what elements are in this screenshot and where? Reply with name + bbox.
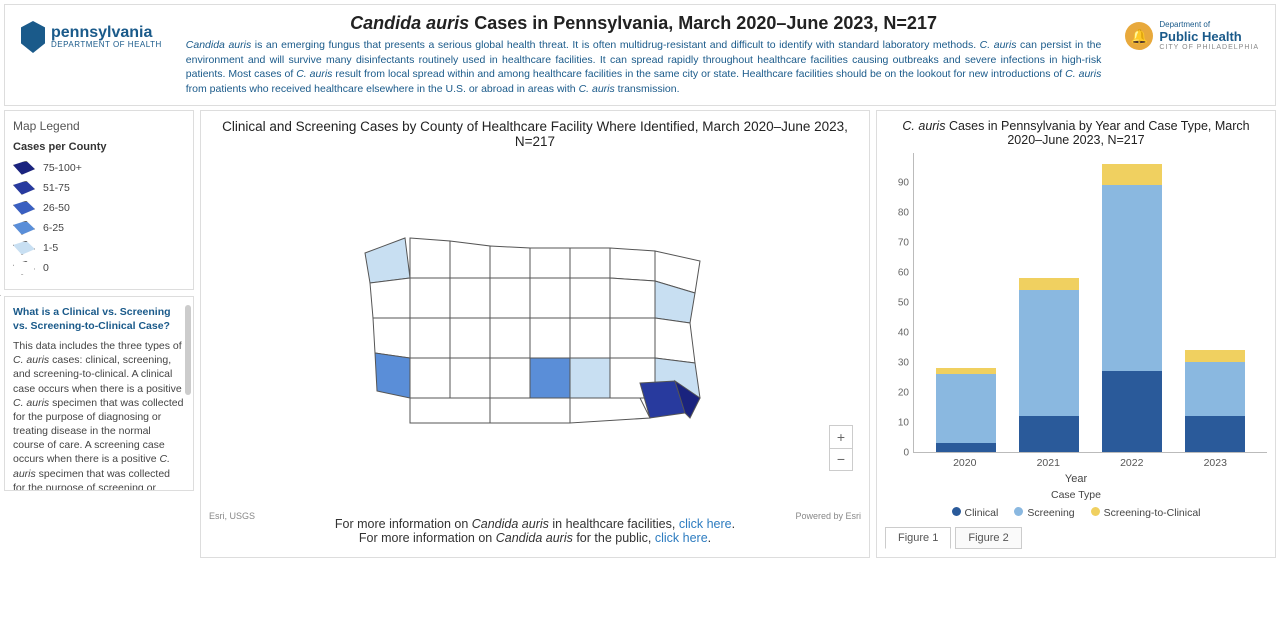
bar-segment[interactable] bbox=[1019, 278, 1079, 290]
x-tick-label: 2022 bbox=[1120, 457, 1143, 469]
map-canvas[interactable]: + − bbox=[209, 153, 861, 513]
x-tick-label: 2023 bbox=[1204, 457, 1227, 469]
pa-logo-line2: DEPARTMENT OF HEALTH bbox=[51, 41, 162, 49]
legend-entry[interactable]: Screening bbox=[1014, 507, 1074, 519]
bar-segment[interactable] bbox=[1102, 164, 1162, 185]
bar-segment[interactable] bbox=[1185, 416, 1245, 452]
x-tick-label: 2021 bbox=[1037, 457, 1060, 469]
legend-entry[interactable]: Screening-to-Clinical bbox=[1091, 507, 1201, 519]
bar-group[interactable] bbox=[1185, 350, 1245, 452]
legend-label: 51-75 bbox=[43, 182, 70, 194]
pa-logo-line1: pennsylvania bbox=[51, 25, 162, 41]
legend-label: 0 bbox=[43, 262, 49, 274]
map-legend-panel: Map Legend Cases per County 75-100+ 51-75… bbox=[4, 110, 194, 290]
legend-item: 26-50 bbox=[13, 201, 185, 215]
legend-swatch bbox=[13, 201, 35, 215]
legend-item: 51-75 bbox=[13, 181, 185, 195]
pa-doh-logo: pennsylvania DEPARTMENT OF HEALTH bbox=[21, 21, 162, 53]
legend-swatch bbox=[13, 181, 35, 195]
figure-tab[interactable]: Figure 2 bbox=[955, 527, 1021, 549]
zoom-in-button[interactable]: + bbox=[830, 426, 852, 448]
legend-swatch bbox=[13, 221, 35, 235]
info-body: This data includes the three types of C.… bbox=[13, 339, 185, 491]
legend-swatch bbox=[13, 161, 35, 175]
page-description: Candida auris is an emerging fungus that… bbox=[178, 38, 1110, 97]
page-title: Candida auris Cases in Pennsylvania, Mar… bbox=[178, 13, 1110, 34]
chart-title: C. auris Cases in Pennsylvania by Year a… bbox=[885, 119, 1267, 147]
bar-segment[interactable] bbox=[1102, 371, 1162, 452]
bar-segment[interactable] bbox=[1102, 185, 1162, 371]
legend-label: 75-100+ bbox=[43, 162, 82, 174]
legend-item: 75-100+ bbox=[13, 161, 185, 175]
public-info-link[interactable]: click here bbox=[655, 531, 708, 545]
chart-panel: C. auris Cases in Pennsylvania by Year a… bbox=[876, 110, 1276, 558]
legend-label: 1-5 bbox=[43, 242, 58, 254]
x-axis-title: Year bbox=[885, 473, 1267, 485]
map-attribution-right: Powered by Esri bbox=[795, 511, 861, 521]
figure-tabs: Figure 1Figure 2 bbox=[885, 527, 1267, 549]
legend-swatch bbox=[13, 241, 35, 255]
map-panel: Clinical and Screening Cases by County o… bbox=[200, 110, 870, 558]
legend-subtitle: Cases per County bbox=[13, 141, 185, 153]
figure-tab[interactable]: Figure 1 bbox=[885, 527, 951, 549]
ph-logo-l3: CITY OF PHILADELPHIA bbox=[1159, 44, 1259, 52]
legend-item: 1-5 bbox=[13, 241, 185, 255]
legend-item: 6-25 bbox=[13, 221, 185, 235]
zoom-out-button[interactable]: − bbox=[830, 448, 852, 470]
chart-plot[interactable] bbox=[913, 153, 1267, 453]
bar-group[interactable] bbox=[936, 368, 996, 452]
map-attribution-left: Esri, USGS bbox=[209, 511, 255, 521]
legend-type-label: Case Type bbox=[885, 489, 1267, 501]
liberty-bell-icon: 🔔 bbox=[1125, 22, 1153, 50]
x-tick-label: 2020 bbox=[953, 457, 976, 469]
legend-entry[interactable]: Clinical bbox=[952, 507, 999, 519]
legend-item: 0 bbox=[13, 261, 185, 275]
bar-group[interactable] bbox=[1102, 164, 1162, 452]
bar-group[interactable] bbox=[1019, 278, 1079, 452]
map-title: Clinical and Screening Cases by County o… bbox=[209, 119, 861, 149]
x-axis-labels: 2020 2021 2022 2023 bbox=[913, 453, 1267, 469]
zoom-controls: + − bbox=[829, 425, 853, 471]
bar-segment[interactable] bbox=[1185, 350, 1245, 362]
keystone-icon bbox=[21, 21, 45, 53]
phila-health-logo: 🔔 Department of Public Health CITY OF PH… bbox=[1125, 21, 1259, 52]
header: pennsylvania DEPARTMENT OF HEALTH Candid… bbox=[4, 4, 1276, 106]
info-scrollbar[interactable] bbox=[185, 305, 191, 395]
legend-title: Map Legend bbox=[13, 119, 185, 133]
ph-logo-l2: Public Health bbox=[1159, 30, 1259, 44]
pa-county-map[interactable] bbox=[355, 223, 715, 443]
chart-legend: Clinical Screening Screening-to-Clinical bbox=[885, 507, 1267, 519]
legend-swatch bbox=[13, 261, 35, 275]
bar-segment[interactable] bbox=[936, 374, 996, 443]
legend-label: 26-50 bbox=[43, 202, 70, 214]
bar-segment[interactable] bbox=[1019, 290, 1079, 416]
case-definitions-panel: What is a Clinical vs. Screening vs. Scr… bbox=[4, 296, 194, 491]
bar-segment[interactable] bbox=[1019, 416, 1079, 452]
bar-segment[interactable] bbox=[936, 443, 996, 452]
bar-segment[interactable] bbox=[1185, 362, 1245, 416]
info-title: What is a Clinical vs. Screening vs. Scr… bbox=[13, 305, 185, 333]
legend-label: 6-25 bbox=[43, 222, 64, 234]
y-axis: 0102030405060708090 bbox=[885, 153, 913, 453]
